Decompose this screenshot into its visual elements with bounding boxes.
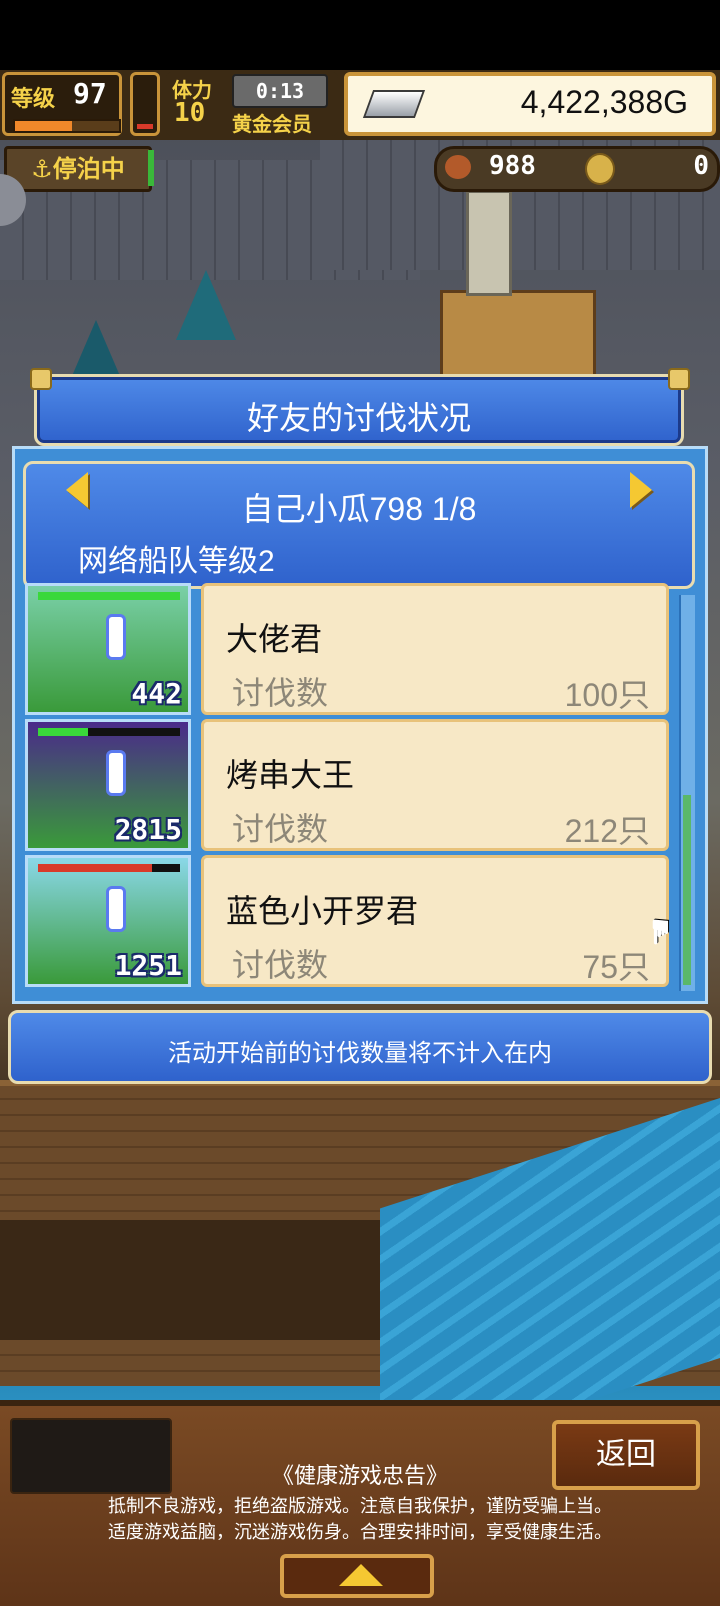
anchor-icon: ⚓ (31, 155, 53, 183)
exp-bar (13, 119, 121, 133)
monster-count: 2815 (114, 813, 182, 846)
subjugation-label: 讨伐数 (232, 947, 329, 983)
moored-indicator (148, 150, 154, 186)
friend-name: 自己小瓜798 1/8 (241, 491, 477, 527)
list-item[interactable]: 2815 烤串大王 讨伐数 212只 (25, 719, 673, 851)
silver-ingot-icon (362, 90, 426, 118)
footer: 返回 《健康游戏忠告》 抵制不良游戏，拒绝盗版游戏。注意自我保护，谨防受骗上当。… (0, 1400, 720, 1606)
frame-corner (668, 368, 690, 390)
monster-count: 1251 (114, 949, 182, 982)
subjugation-count: 75只 (582, 949, 650, 985)
list-scrollbar[interactable] (679, 595, 695, 991)
vip-badge[interactable]: 黄金会员 (232, 108, 312, 137)
monster-hp-fill (38, 728, 88, 736)
gold-panel[interactable]: 4,422,388G (344, 72, 716, 136)
next-friend-arrow-icon[interactable] (630, 472, 652, 508)
dialog-title: 好友的讨伐状况 (246, 400, 471, 436)
friend-player-name: 烤串大王 (226, 757, 355, 793)
alert-icon (106, 750, 126, 796)
monster-thumbnail: 442 (25, 583, 191, 715)
list-item[interactable]: 1251 蓝色小开罗君 讨伐数 75只 (25, 855, 673, 987)
lighthouse (466, 190, 512, 296)
meat-icon (445, 155, 471, 179)
friend-player-name: 蓝色小开罗君 (226, 893, 419, 929)
subjugation-label: 讨伐数 (232, 675, 329, 711)
scrollbar-thumb[interactable] (683, 795, 691, 985)
friend-header: 自己小瓜798 1/8 网络船队等级2 (23, 461, 695, 589)
note-text: 活动开始前的讨伐数量将不计入在内 (168, 1040, 552, 1067)
subjugation-count: 100只 (564, 677, 650, 713)
monster-hp-bar (38, 864, 180, 872)
coin-amount: 0 (693, 151, 709, 181)
friend-card[interactable]: 烤串大王 讨伐数 212只 (201, 719, 669, 851)
frame-corner (30, 368, 52, 390)
stamina-panel[interactable]: 体力 10 0:13 黄金会员 (166, 72, 338, 136)
monster-thumbnail: 1251 (25, 855, 191, 987)
hand-pointer-icon: ☚ (641, 916, 682, 948)
note-banner: 活动开始前的讨伐数量将不计入在内 (8, 1010, 712, 1084)
moored-label: 停泊中 (52, 155, 125, 183)
health-notice-line: 适度游戏益脑，沉迷游戏伤身。合理安排时间，享受健康生活。 (108, 1522, 612, 1542)
resource-panel[interactable]: 988 0 (434, 146, 720, 192)
monster-hp-fill (38, 864, 152, 872)
stamina-fill (137, 124, 153, 129)
coin-icon (585, 153, 615, 185)
friend-card[interactable]: 蓝色小开罗君 讨伐数 75只 (201, 855, 669, 987)
fleet-level: 网络船队等级2 (78, 545, 275, 578)
level-value: 97 (73, 77, 107, 110)
exp-bar-fill (15, 121, 73, 131)
health-notice-line: 抵制不良游戏，拒绝盗版游戏。注意自我保护，谨防受骗上当。 (108, 1496, 612, 1516)
monster-count: 442 (131, 677, 182, 710)
friend-player-name: 大佬君 (226, 621, 323, 657)
stamina-timer: 0:13 (232, 74, 328, 108)
alert-icon (106, 614, 126, 660)
friend-card[interactable]: 大佬君 讨伐数 100只 (201, 583, 669, 715)
up-arrow-icon (339, 1564, 383, 1586)
health-notice-title: 《健康游戏忠告》 (271, 1463, 448, 1488)
house (440, 290, 596, 386)
stamina-value: 10 (174, 98, 206, 128)
top-hud: 等级 97 体力 10 0:13 黄金会员 4,422,388G (0, 70, 720, 140)
food-amount: 988 (489, 151, 536, 181)
subjugation-label: 讨伐数 (232, 811, 329, 847)
monster-thumbnail: 2815 (25, 719, 191, 851)
monster-hp-bar (38, 592, 180, 600)
tower-roof (176, 270, 236, 340)
stamina-gauge (130, 72, 160, 136)
monster-hp-fill (38, 592, 180, 600)
monster-hp-bar (38, 728, 180, 736)
gold-amount: 4,422,388G (520, 84, 688, 120)
moored-status[interactable]: ⚓停泊中 (4, 146, 152, 192)
friend-subjugation-panel: 自己小瓜798 1/8 网络船队等级2 442 大佬君 讨伐数 100只 281… (12, 446, 708, 1004)
level-panel[interactable]: 等级 97 (2, 72, 122, 136)
expand-menu-button[interactable] (280, 1554, 434, 1598)
dialog-title-banner: 好友的讨伐状况 (34, 374, 684, 446)
status-row: ⚓停泊中 988 0 (0, 144, 720, 192)
alert-icon (106, 886, 126, 932)
subjugation-count: 212只 (564, 813, 650, 849)
level-label: 等级 (11, 87, 56, 112)
list-item[interactable]: 442 大佬君 讨伐数 100只 (25, 583, 673, 715)
